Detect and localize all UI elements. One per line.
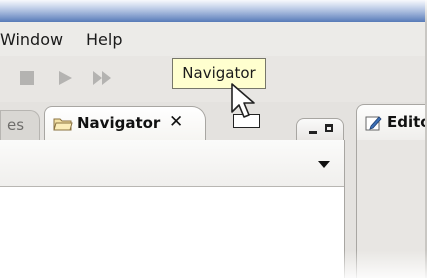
close-icon[interactable]: ✕ xyxy=(169,113,183,131)
edit-icon xyxy=(365,114,383,132)
application-window: Window Help es Navigator ✕ Edit xyxy=(0,0,427,278)
view-tab-strip: es Navigator ✕ xyxy=(0,104,360,140)
stop-icon[interactable] xyxy=(18,69,36,87)
folder-icon xyxy=(53,116,73,132)
menu-help[interactable]: Help xyxy=(86,30,122,49)
tab-editor[interactable]: Editor xyxy=(356,104,425,140)
menu-bar: Window Help xyxy=(0,22,425,57)
tab-previous-label: es xyxy=(7,116,25,134)
tab-editor-label: Editor xyxy=(387,113,425,131)
minimize-maximize-controls xyxy=(296,118,344,140)
maximize-icon[interactable] xyxy=(325,124,333,132)
tab-previous[interactable]: es xyxy=(0,110,40,140)
title-bar xyxy=(0,0,425,22)
mouse-pointer-icon xyxy=(230,82,258,122)
sash-divider[interactable] xyxy=(345,104,355,278)
navigator-content[interactable] xyxy=(0,187,344,278)
fast-forward-icon[interactable] xyxy=(92,69,111,87)
editor-area xyxy=(356,140,425,278)
navigator-view xyxy=(0,140,345,278)
minimize-icon[interactable] xyxy=(309,131,317,134)
view-menu-icon[interactable] xyxy=(318,161,330,168)
play-icon[interactable] xyxy=(56,69,74,87)
tab-navigator[interactable]: Navigator ✕ xyxy=(44,106,206,140)
view-toolbar xyxy=(0,140,344,187)
menu-window[interactable]: Window xyxy=(0,30,63,49)
tab-navigator-label: Navigator xyxy=(77,114,161,132)
